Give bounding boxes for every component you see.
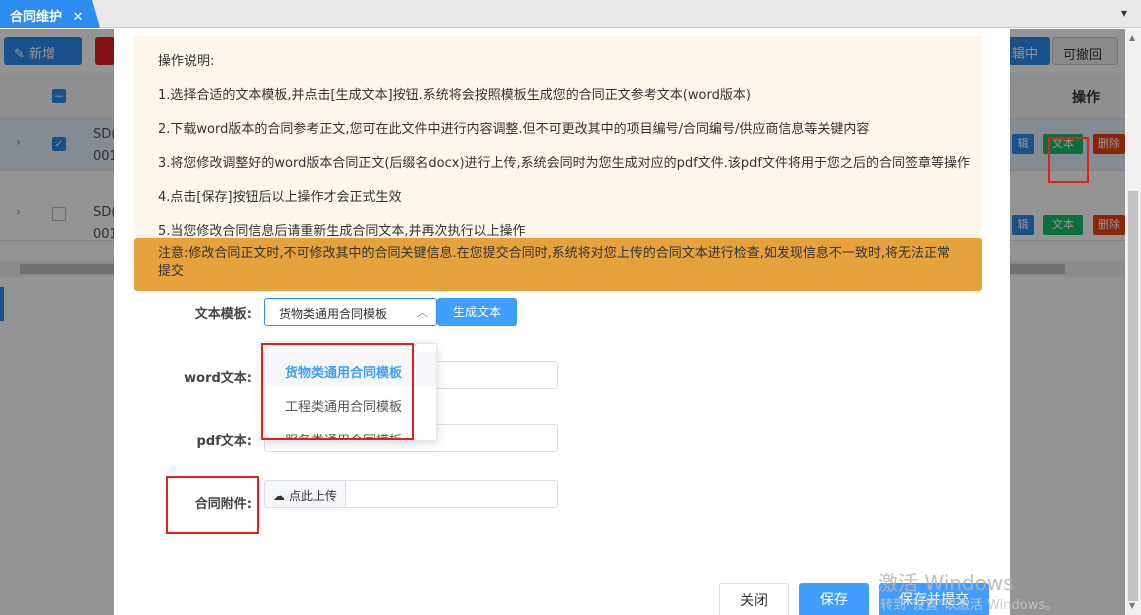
scroll-up-icon[interactable]: ▲ [1129, 33, 1135, 42]
highlight-dropdown [261, 343, 414, 440]
tab-bar: 合同维护 ✕ ▾ [0, 0, 1141, 28]
template-select-value: 货物类通用合同模板 [279, 307, 388, 321]
chevron-down-icon[interactable]: ▾ [1121, 6, 1127, 20]
instruction-line: 3.将您修改调整好的word版本合同正文(后缀名docx)进行上传,系统会同时为… [158, 156, 970, 171]
vertical-scrollbar[interactable]: ▲ ▼ [1125, 29, 1141, 615]
close-icon[interactable]: ✕ [73, 10, 84, 25]
instructions-panel: 操作说明: 1.选择合适的文本模板,并点击[生成文本]按钮.系统将会按照模板生成… [134, 36, 982, 239]
template-label: 文本模板: [194, 307, 252, 322]
highlight-attachment [166, 476, 259, 534]
scroll-down-icon[interactable]: ▼ [1129, 601, 1135, 610]
save-button[interactable]: 保存 [799, 583, 869, 615]
instruction-line: 2.下载word版本的合同参考正文,您可在此文件中进行内容调整.但不可更改其中的… [158, 122, 870, 137]
instruction-line: 1.选择合适的文本模板,并点击[生成文本]按钮.系统将会按照模板生成您的合同正文… [158, 88, 751, 103]
cloud-upload-icon: ☁ [273, 489, 285, 503]
chevron-up-icon: ︿ [417, 306, 428, 319]
instruction-line: 4.点击[保存]按钮后以上操作才会正式生效 [158, 190, 402, 205]
tab-label: 合同维护 [10, 10, 63, 25]
upload-button-label: 点此上传 [288, 489, 337, 503]
close-button[interactable]: 关闭 [719, 583, 789, 615]
generate-text-button[interactable]: 生成文本 [437, 298, 517, 326]
highlight-text-button [1048, 137, 1089, 183]
activation-watermark: 激活 Windows [878, 571, 1014, 595]
attachment-field[interactable] [346, 480, 558, 508]
template-select[interactable]: 货物类通用合同模板 ︿ [264, 298, 437, 326]
activation-watermark-sub: 转到"设置"以激活 Windows。 [880, 598, 1059, 613]
warning-banner: 注意:修改合同正文时,不可修改其中的合同关键信息.在您提交合同时,系统将对您上传… [134, 238, 982, 291]
word-text-label: word文本: [184, 371, 252, 386]
scrollbar-thumb[interactable] [1128, 191, 1138, 601]
instructions-title: 操作说明: [158, 54, 215, 69]
upload-button[interactable]: ☁ 点此上传 [264, 480, 346, 508]
tab-contract-maintenance[interactable]: 合同维护 ✕ [0, 0, 100, 28]
instruction-line: 5.当您修改合同信息后请重新生成合同文本,并再次执行以上操作 [158, 224, 526, 239]
pdf-text-label: pdf文本: [196, 434, 252, 449]
